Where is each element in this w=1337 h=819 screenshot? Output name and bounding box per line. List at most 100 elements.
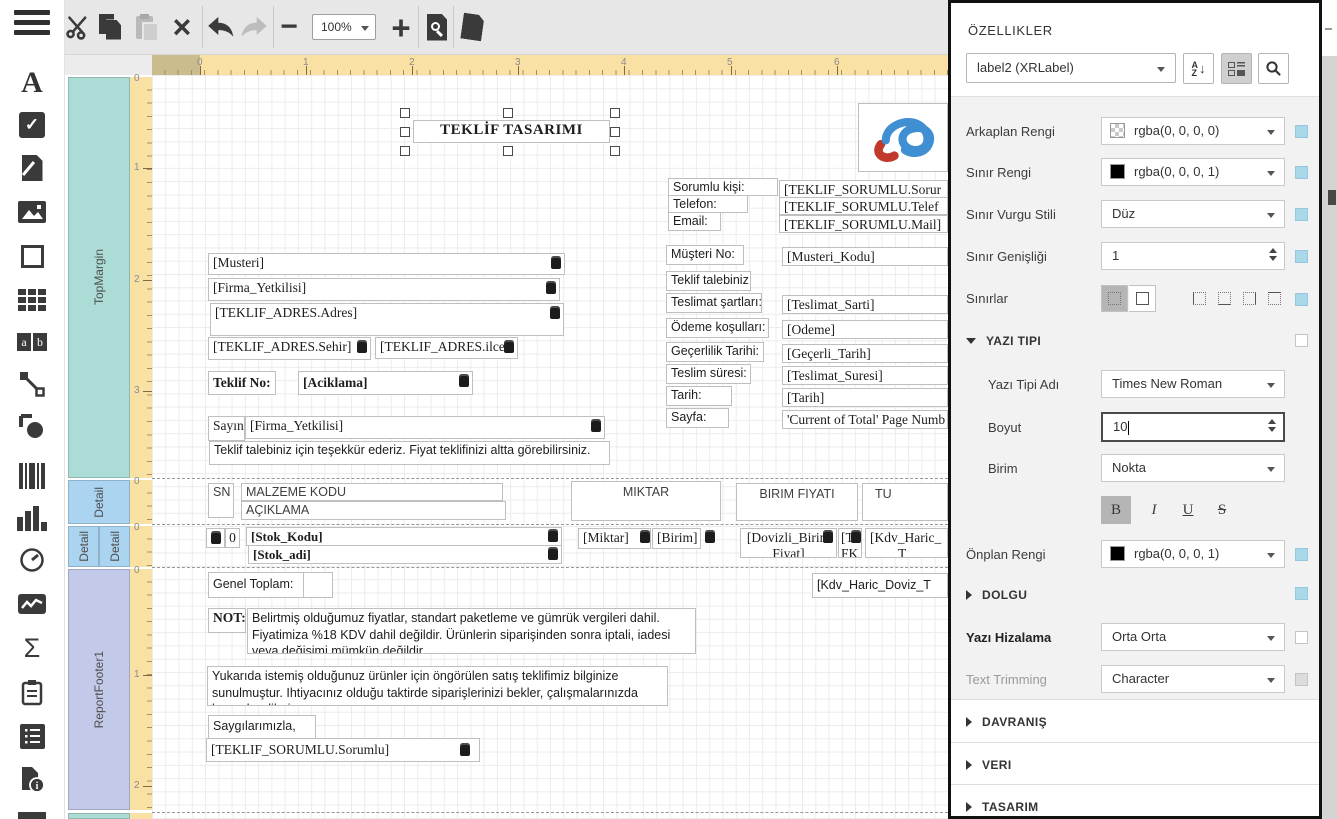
closing-text[interactable]: Yukarıda istemiş olduğunuz ürünler için … <box>207 666 668 706</box>
musteri-field[interactable]: [Musteri] <box>208 253 565 275</box>
info-label[interactable]: Teslim süresi: <box>666 364 751 384</box>
border-width-spinner[interactable]: 1 <box>1101 242 1285 270</box>
selection-handle[interactable] <box>400 127 410 137</box>
contact-label[interactable]: Telefon: <box>668 195 748 213</box>
label-tool[interactable]: A <box>0 64 64 102</box>
picture-tool[interactable] <box>0 193 64 231</box>
chart-tool[interactable] <box>0 499 64 537</box>
category-view-button[interactable] <box>1221 53 1252 84</box>
band-report-footer[interactable]: ReportFooter1 <box>68 569 130 810</box>
barcode-tool[interactable] <box>0 457 64 495</box>
info-value[interactable]: [Tarih] <box>782 388 948 407</box>
stok-kodu-cell[interactable]: [Stok_Kodu] <box>246 527 562 546</box>
info-value[interactable]: [Teslimat_Suresi] <box>782 366 948 385</box>
property-set-indicator[interactable] <box>1295 166 1308 179</box>
font-size-input[interactable]: 10 <box>1101 412 1285 442</box>
info-label[interactable]: Geçerlilik Tarihi: <box>666 342 764 362</box>
panel-scrollbar[interactable] <box>1322 0 1337 819</box>
paste-button[interactable] <box>129 7 165 47</box>
band-top-margin[interactable]: TopMargin <box>68 77 130 478</box>
line-tool[interactable] <box>0 365 64 403</box>
foreground-color-select[interactable]: rgba(0, 0, 0, 1) <box>1101 540 1285 568</box>
band-detail-row-inner[interactable]: Detail <box>99 526 130 567</box>
band-detail-header[interactable]: Detail <box>68 480 130 524</box>
not-label[interactable]: NOT: <box>208 608 246 633</box>
info-value[interactable]: [Musteri_Kodu] <box>782 247 948 266</box>
property-set-indicator[interactable] <box>1295 208 1308 221</box>
dovizli-birim-fiyat-cell[interactable]: [Dovizli_BirimFiyat] <box>740 528 837 558</box>
info-value[interactable]: [Geçerli_Tarih] <box>782 344 948 363</box>
design-surface-button[interactable] <box>454 7 490 47</box>
design-section-header[interactable]: TASARIM <box>966 800 1039 814</box>
info-label[interactable]: Ödeme koşulları: <box>666 318 769 338</box>
redo-button[interactable] <box>236 7 272 47</box>
selection-handle[interactable] <box>400 108 410 118</box>
contact-value[interactable]: [TEKLIF_SORUMLU.Sorur <box>779 180 948 198</box>
kdv-haric-cell[interactable]: [Kdv_Haric_T <box>865 528 948 558</box>
spinner-arrows-icon[interactable] <box>1269 248 1277 261</box>
aciklama-field[interactable]: [Aciklama] <box>298 371 473 395</box>
fill-section-header[interactable]: DOLGU <box>966 588 1027 602</box>
data-section-header[interactable]: VERI <box>966 758 1012 772</box>
selection-handle[interactable] <box>400 146 410 156</box>
zoom-in-button[interactable]: + <box>383 7 419 47</box>
report-title-label[interactable]: TEKLİF TASARIMI <box>413 120 610 143</box>
property-set-indicator[interactable] <box>1295 673 1308 686</box>
text-align-select[interactable]: Orta Orta <box>1101 623 1285 651</box>
background-color-select[interactable]: rgba(0, 0, 0, 0) <box>1101 117 1285 145</box>
teklif-no-label[interactable]: Teklif No: <box>208 371 276 395</box>
panel-tool[interactable] <box>0 237 64 275</box>
selection-handle[interactable] <box>503 108 513 118</box>
firma-yetkilisi-field[interactable]: [Firma_Yetkilisi] <box>208 278 560 301</box>
band-detail-row-outer[interactable]: Detail <box>68 526 99 567</box>
property-set-indicator[interactable] <box>1295 125 1308 138</box>
contact-value[interactable]: [TEKLIF_SORUMLU.Mail] <box>779 215 948 233</box>
info-label[interactable]: Teklif talebiniz: <box>666 271 751 291</box>
sorumlu-field[interactable]: [TEKLIF_SORUMLU.Sorumlu] <box>206 738 480 762</box>
borders-bottom-button[interactable] <box>1211 285 1238 312</box>
selection-handle[interactable] <box>610 146 620 156</box>
genel-toplam-label[interactable]: Genel Toplam: <box>208 572 333 598</box>
col-header-birim-fiyati[interactable]: BIRIM FIYATI <box>736 483 858 521</box>
partial-tool-icon[interactable] <box>18 812 46 819</box>
ilce-field[interactable]: [TEKLIF_ADRES.ilce] <box>375 337 518 359</box>
pagebreak-tool[interactable] <box>0 673 64 711</box>
info-label[interactable]: Teslimat şartları: <box>666 293 762 313</box>
delete-button[interactable]: × <box>164 7 200 47</box>
not-text[interactable]: Belirtmiş olduğumuz fiyatlar, standart p… <box>247 608 696 654</box>
scrollbar-track[interactable] <box>1322 56 1337 819</box>
pageinfo-tool[interactable]: i <box>0 761 64 799</box>
band-bottom-margin[interactable] <box>68 813 130 819</box>
table-tool[interactable] <box>0 281 64 319</box>
t-cell[interactable]: [TFK <box>838 528 862 558</box>
border-color-select[interactable]: rgba(0, 0, 0, 1) <box>1101 158 1285 186</box>
collapse-panel-icon[interactable] <box>1325 28 1332 30</box>
property-set-indicator[interactable] <box>1295 250 1308 263</box>
font-section-header[interactable]: YAZI TIPI <box>966 334 1041 348</box>
gauge-tool[interactable] <box>0 541 64 579</box>
behavior-section-header[interactable]: DAVRANIŞ <box>966 715 1047 729</box>
col-header-sn[interactable]: SN <box>208 483 234 518</box>
border-style-select[interactable]: Düz <box>1101 200 1285 228</box>
birim-cell[interactable]: [Birim] <box>652 528 701 549</box>
selection-handle[interactable] <box>610 127 620 137</box>
sehir-field[interactable]: [TEKLIF_ADRES.Sehir] <box>208 337 371 360</box>
undo-button[interactable] <box>203 7 239 47</box>
info-label[interactable]: Müşteri No: <box>666 245 744 265</box>
stok-adi-cell[interactable]: [Stok_adi] <box>248 545 562 564</box>
borders-top-button[interactable] <box>1261 285 1288 312</box>
info-label[interactable]: Tarih: <box>666 386 732 406</box>
property-set-indicator[interactable] <box>1295 548 1308 561</box>
checkbox-tool[interactable]: ✓ <box>0 106 64 144</box>
copy-button[interactable] <box>93 7 129 47</box>
thanks-text[interactable]: Teklif talebiniz için teşekkür ederiz. F… <box>209 441 610 465</box>
zoom-out-button[interactable]: − <box>271 7 307 47</box>
richtext-tool[interactable] <box>0 149 64 187</box>
sort-alphabetical-button[interactable]: AZ ↓ <box>1183 53 1214 84</box>
col-header-aciklama[interactable]: AÇIKLAMA <box>241 501 506 520</box>
adres-field[interactable]: [TEKLIF_ADRES.Adres] <box>210 303 564 336</box>
scrollbar-thumb[interactable] <box>1328 190 1336 205</box>
design-surface[interactable]: TEKLİF TASARIMI Sorumlu kişi: [TEKLIF_SO… <box>152 75 948 819</box>
text-trimming-select[interactable]: Character <box>1101 665 1285 693</box>
info-value[interactable]: 'Current of Total' Page Numb <box>782 410 948 429</box>
